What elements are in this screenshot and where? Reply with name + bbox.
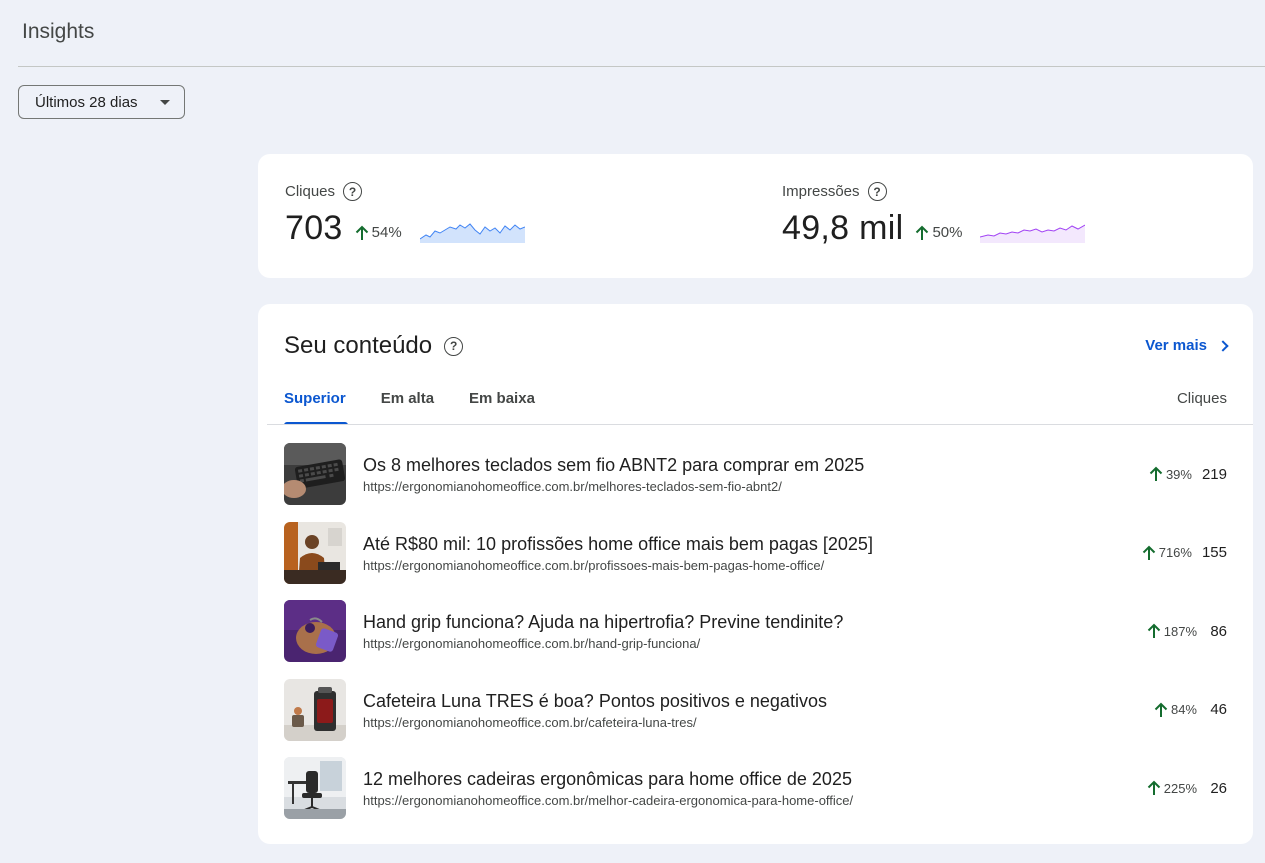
see-more-link[interactable]: Ver mais <box>1145 337 1229 354</box>
date-range-label: Últimos 28 dias <box>35 93 138 111</box>
row-text: Até R$80 mil: 10 profissões home office … <box>363 533 873 573</box>
row-text: Hand grip funciona? Ajuda na hipertrofia… <box>363 611 843 651</box>
row-change-value: 84% <box>1170 702 1197 717</box>
thumbnail-image <box>284 600 346 662</box>
list-item[interactable]: Hand grip funciona? Ajuda na hipertrofia… <box>284 600 1227 662</box>
caret-down-icon <box>160 100 170 105</box>
clicks-sparkline <box>419 222 525 243</box>
date-range-select[interactable]: Últimos 28 dias <box>18 85 185 119</box>
row-change-value: 716% <box>1158 545 1192 560</box>
page-title: Insights <box>22 20 95 43</box>
help-icon[interactable]: ? <box>867 182 887 201</box>
row-clicks: 86 <box>1210 622 1227 640</box>
arrow-up-icon <box>1154 702 1168 717</box>
tab-em-alta[interactable]: Em alta <box>381 390 434 421</box>
row-change: 187% <box>1147 623 1197 639</box>
help-icon[interactable]: ? <box>444 336 464 356</box>
thumbnail-image <box>284 521 346 584</box>
arrow-up-icon <box>1142 545 1155 560</box>
row-text: Cafeteira Luna TRES é boa? Pontos positi… <box>363 690 827 730</box>
clicks-value: 703 <box>285 209 343 247</box>
row-clicks: 155 <box>1201 544 1227 561</box>
row-stats: 716% 155 <box>1142 522 1227 584</box>
arrow-up-icon <box>355 225 368 240</box>
row-clicks: 219 <box>1201 465 1227 483</box>
row-url: https://ergonomianohomeoffice.com.br/mel… <box>363 793 854 808</box>
see-more-label: Ver mais <box>1145 337 1207 354</box>
row-url: https://ergonomianohomeoffice.com.br/mel… <box>363 479 782 494</box>
list-item[interactable]: Cafeteira Luna TRES é boa? Pontos positi… <box>284 678 1227 741</box>
impressions-label-row: Impressões ? <box>782 182 1085 201</box>
metrics-card: Cliques ? 703 54% Impressões ? 49,8 mil … <box>258 154 1253 278</box>
row-change-value: 39% <box>1165 466 1192 482</box>
list-item[interactable]: Até R$80 mil: 10 profissões home office … <box>284 521 1227 584</box>
clicks-value-row: 703 54% <box>285 209 525 248</box>
tab-em-baixa[interactable]: Em baixa <box>469 390 535 421</box>
thumbnail-image <box>284 678 346 741</box>
list-item[interactable]: 12 melhores cadeiras ergonômicas para ho… <box>284 757 1227 819</box>
impressions-trend: 50% <box>915 224 962 241</box>
title-divider <box>18 66 1265 67</box>
row-stats: 187% 86 <box>1147 600 1227 662</box>
row-clicks: 46 <box>1210 701 1227 718</box>
impressions-metric[interactable]: Impressões ? 49,8 mil 50% <box>782 182 1086 248</box>
row-title: Cafeteira Luna TRES é boa? Pontos positi… <box>363 690 827 711</box>
row-clicks: 26 <box>1210 779 1227 797</box>
row-stats: 225% 26 <box>1147 757 1227 819</box>
content-title-row: Seu conteúdo ? <box>284 332 464 360</box>
impressions-change: 50% <box>932 224 963 241</box>
arrow-up-icon <box>1147 780 1160 795</box>
arrow-up-icon <box>1147 623 1160 638</box>
impressions-label: Impressões <box>782 183 860 200</box>
row-title: Hand grip funciona? Ajuda na hipertrofia… <box>363 612 844 632</box>
help-icon[interactable]: ? <box>343 182 363 201</box>
clicks-label: Cliques <box>285 183 336 200</box>
content-card: Seu conteúdo ? Ver mais Superior Em alta… <box>258 304 1253 844</box>
row-change: 39% <box>1149 466 1192 482</box>
arrow-up-icon <box>1149 466 1163 481</box>
row-text: Os 8 melhores teclados sem fio ABNT2 par… <box>363 454 864 494</box>
tabs-divider <box>267 424 1253 425</box>
clicks-column-header: Cliques <box>1176 390 1227 407</box>
tab-superior[interactable]: Superior <box>284 390 348 425</box>
content-list: Os 8 melhores teclados sem fio ABNT2 par… <box>284 443 1227 836</box>
list-item[interactable]: Os 8 melhores teclados sem fio ABNT2 par… <box>284 443 1227 505</box>
thumbnail-image <box>284 757 346 819</box>
content-title: Seu conteúdo <box>284 332 433 359</box>
arrow-up-icon <box>916 225 929 240</box>
row-stats: 39% 219 <box>1149 443 1227 505</box>
row-url: https://ergonomianohomeoffice.com.br/pro… <box>363 557 825 573</box>
impressions-value-row: 49,8 mil 50% <box>782 209 1086 248</box>
clicks-label-row: Cliques ? <box>285 182 525 201</box>
impressions-value: 49,8 mil <box>782 209 904 247</box>
row-change-value: 225% <box>1163 780 1197 796</box>
row-title: Os 8 melhores teclados sem fio ABNT2 par… <box>363 455 865 475</box>
clicks-trend: 54% <box>355 224 402 241</box>
chevron-right-icon <box>1217 339 1229 352</box>
row-url: https://ergonomianohomeoffice.com.br/han… <box>363 636 701 651</box>
impressions-sparkline <box>980 224 1086 243</box>
thumbnail-image <box>284 443 346 505</box>
clicks-metric[interactable]: Cliques ? 703 54% <box>285 182 525 248</box>
clicks-change: 54% <box>371 224 402 241</box>
row-change: 716% <box>1142 545 1192 561</box>
row-stats: 84% 46 <box>1154 679 1227 741</box>
row-change: 225% <box>1147 780 1197 796</box>
row-title: Até R$80 mil: 10 profissões home office … <box>363 533 873 554</box>
row-text: 12 melhores cadeiras ergonômicas para ho… <box>363 768 853 808</box>
row-title: 12 melhores cadeiras ergonômicas para ho… <box>363 769 852 789</box>
row-change-value: 187% <box>1163 623 1197 639</box>
content-tabs: Superior Em alta Em baixa <box>284 390 535 425</box>
row-url: https://ergonomianohomeoffice.com.br/caf… <box>363 714 697 730</box>
row-change: 84% <box>1154 702 1197 718</box>
